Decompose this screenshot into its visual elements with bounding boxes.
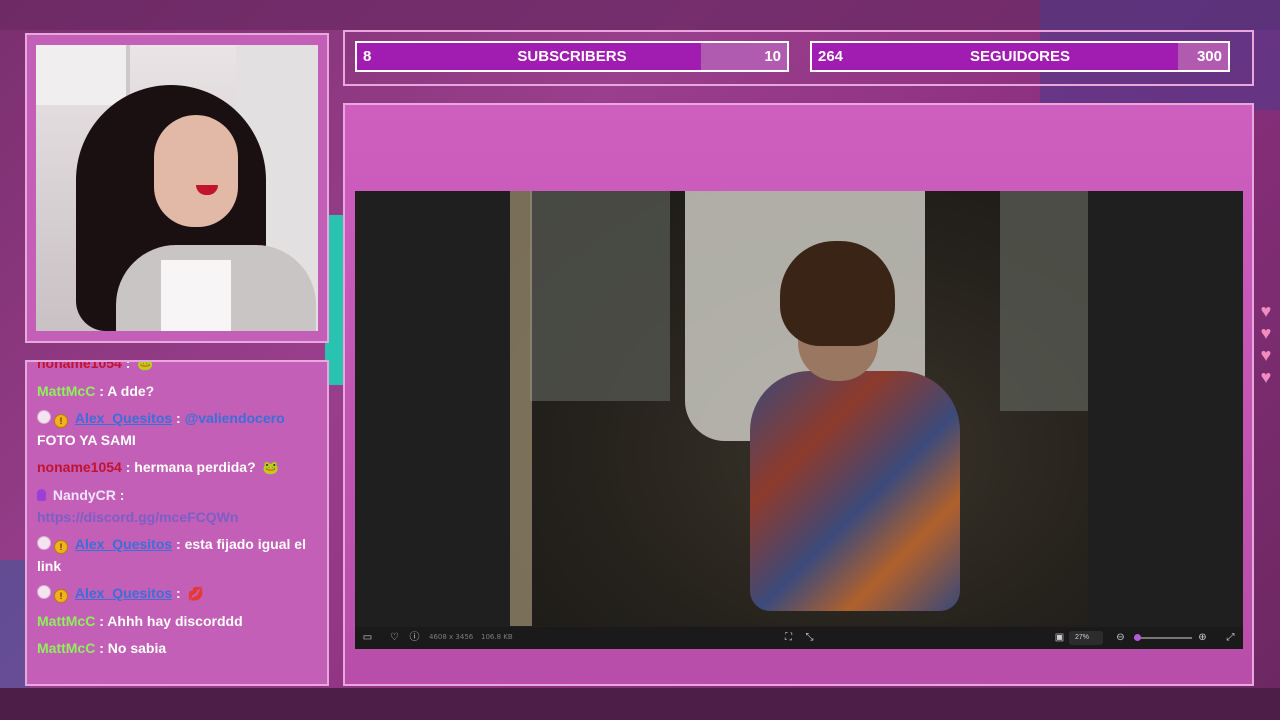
fit-icon[interactable]: ⛶ xyxy=(783,632,794,643)
chat-username[interactable]: noname1054 xyxy=(37,362,122,371)
expand-icon[interactable]: ⤢ xyxy=(1225,632,1236,643)
chat-text: A dde? xyxy=(107,383,155,399)
goal-target: 10 xyxy=(764,48,781,65)
peepo-emote-icon: 🐸 xyxy=(262,460,279,475)
zoom-slider[interactable] xyxy=(1134,637,1192,639)
goal-target: 300 xyxy=(1196,48,1222,65)
coin-badge-icon: ! xyxy=(54,589,68,603)
heart-icon: ♥ xyxy=(1260,301,1272,321)
photo-brick-wall xyxy=(1000,191,1088,411)
chat-message: ! Alex_Quesitos : 💋 xyxy=(37,582,322,605)
background-hearts: ♥ ♥ ♥ ♥ xyxy=(1255,300,1277,390)
chat-username[interactable]: NandyCR xyxy=(53,487,116,503)
chat-panel[interactable]: noname1054 : 🐸 MattMcC : A dde? ! Alex_Q… xyxy=(25,360,329,686)
goal-label: SUBSCRIBERS xyxy=(517,48,627,65)
info-icon[interactable]: ⓘ xyxy=(409,632,420,643)
chat-message: noname1054 : 🐸 xyxy=(37,360,322,375)
image-dimensions: 4608 x 3456 xyxy=(429,633,474,641)
zoom-in-icon[interactable]: ⊕ xyxy=(1197,632,1208,643)
chat-message: NandyCR : https://discord.gg/mceFCQWn xyxy=(37,487,239,525)
chat-text: FOTO YA SAMI xyxy=(37,432,136,448)
streamer-face xyxy=(154,115,238,227)
chat-link[interactable]: https://discord.gg/mceFCQWn xyxy=(37,509,238,525)
heart-icon[interactable]: ♡ xyxy=(389,632,400,643)
chat-message: noname1054 : hermana perdida? 🐸 xyxy=(37,456,322,479)
chat-username[interactable]: MattMcC xyxy=(37,640,95,656)
zoom-slider-handle[interactable] xyxy=(1134,634,1141,641)
chat-mention[interactable]: @valiendocero xyxy=(185,410,285,426)
photo-child-shirt xyxy=(750,371,960,611)
chat-message: MattMcC : Ahhh hay discorddd xyxy=(37,613,243,629)
viewer-toolbar: ▭ ♡ ⓘ 4608 x 3456 106.8 KB ⛶ ⤡ ▣ 27% ⊖ ⊕… xyxy=(355,627,1243,649)
chat-message: ! Alex_Quesitos : esta fijado igual el l… xyxy=(37,536,306,574)
zoom-out-icon[interactable]: ⊖ xyxy=(1115,632,1126,643)
childhood-photo xyxy=(510,191,1088,626)
chat-username[interactable]: Alex_Quesitos xyxy=(75,585,172,601)
goal-label: SEGUIDORES xyxy=(969,48,1071,65)
flower-badge-icon xyxy=(37,536,51,550)
chat-text: No sabia xyxy=(107,640,167,656)
photo-brick-wall xyxy=(530,191,670,401)
chat-text: Ahhh hay discorddd xyxy=(107,613,243,629)
subscribers-goal-bar: 8 SUBSCRIBERS 10 xyxy=(355,41,789,72)
chat-messages: noname1054 : 🐸 MattMcC : A dde? ! Alex_Q… xyxy=(37,362,322,664)
flower-badge-icon xyxy=(37,585,51,599)
kiss-emote-icon: 💋 xyxy=(187,586,204,601)
flower-badge-icon xyxy=(37,410,51,424)
screen-icon[interactable]: ▣ xyxy=(1054,632,1065,643)
zoom-level-dropdown[interactable]: 27% xyxy=(1069,631,1103,645)
webcam-background-shelf xyxy=(36,45,130,105)
chat-message: MattMcC : No sabia xyxy=(37,640,167,656)
image-viewer[interactable]: ▭ ♡ ⓘ 4608 x 3456 106.8 KB ⛶ ⤡ ▣ 27% ⊖ ⊕… xyxy=(355,191,1243,649)
chat-username[interactable]: noname1054 xyxy=(37,459,122,475)
photo-child-hair xyxy=(780,241,895,346)
background-band-top xyxy=(0,0,1280,30)
followers-goal-bar: 264 SEGUIDORES 300 xyxy=(810,41,1230,72)
frame-icon[interactable]: ▭ xyxy=(362,632,373,643)
chat-username[interactable]: Alex_Quesitos xyxy=(75,536,172,552)
chat-message: ! Alex_Quesitos : @valiendocero FOTO YA … xyxy=(37,410,285,448)
microphone-badge-icon xyxy=(37,489,46,501)
fullsize-icon[interactable]: ⤡ xyxy=(804,632,815,643)
photo-border-edge xyxy=(510,191,532,626)
chat-username[interactable]: MattMcC xyxy=(37,613,95,629)
heart-icon: ♥ xyxy=(1260,345,1272,365)
chat-username[interactable]: MattMcC xyxy=(37,383,95,399)
chat-text: hermana perdida? xyxy=(134,459,256,475)
heart-icon: ♥ xyxy=(1260,367,1272,387)
heart-icon: ♥ xyxy=(1260,323,1272,343)
chat-message: MattMcC : A dde? xyxy=(37,383,155,399)
webcam-view xyxy=(36,45,318,331)
image-filesize: 106.8 KB xyxy=(481,633,513,641)
frog-emote-icon: 🐸 xyxy=(137,360,154,371)
coin-badge-icon: ! xyxy=(54,414,68,428)
coin-badge-icon: ! xyxy=(54,540,68,554)
background-band-bottom xyxy=(0,688,1280,720)
streamer-shirt xyxy=(161,260,231,331)
chat-username[interactable]: Alex_Quesitos xyxy=(75,410,172,426)
